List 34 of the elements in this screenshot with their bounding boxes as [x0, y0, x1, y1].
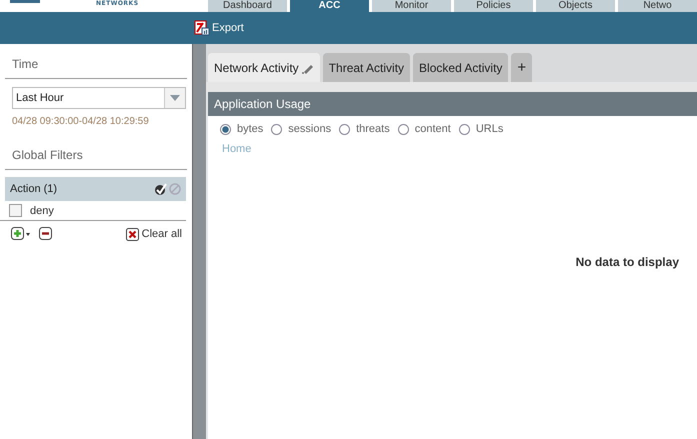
nav-tab[interactable]: ACC — [290, 0, 369, 12]
add-filter-icon[interactable] — [11, 227, 31, 241]
filter-label: deny — [30, 204, 54, 216]
nav-tab[interactable]: Policies — [454, 0, 533, 12]
section-heading: Time — [5, 44, 187, 79]
export-button[interactable]: Export — [194, 20, 244, 36]
nav-tab[interactable]: Dashboard — [208, 0, 287, 12]
tab[interactable]: Blocked Activity — [413, 53, 508, 82]
close-icon — [126, 228, 139, 240]
pdf-chart-icon — [194, 20, 210, 36]
add-tab-button[interactable]: + — [511, 53, 532, 82]
panel-title: Application Usage — [208, 92, 697, 116]
time-range: 04/28 09:30:00-04/28 10:29:59 — [11, 115, 150, 127]
metric-radio[interactable]: URLs — [458, 123, 504, 135]
filter-group-label: Action (1) — [10, 183, 58, 195]
filter-group-header[interactable]: Action (1) — [5, 177, 186, 201]
logo-bar-icon — [10, 0, 40, 3]
checkbox[interactable] — [9, 204, 22, 217]
empty-message: No data to display — [576, 255, 679, 269]
time-select[interactable]: Last Hour — [12, 87, 186, 109]
clear-all-button[interactable]: Clear all — [126, 228, 182, 240]
check-all-icon[interactable] — [154, 182, 167, 196]
metric-radio[interactable]: content — [398, 123, 451, 135]
nav-tab[interactable]: Monitor — [372, 0, 451, 12]
metric-radio[interactable]: bytes — [220, 123, 264, 135]
dropdown-arrow-icon — [170, 95, 180, 101]
remove-filter-icon[interactable] — [39, 227, 53, 241]
tab[interactable]: Network Activity — [208, 53, 320, 82]
metric-radio[interactable]: threats — [339, 123, 390, 135]
tab[interactable]: Threat Activity — [322, 53, 410, 82]
section-heading: Global Filters — [5, 135, 187, 170]
metric-radio[interactable]: sessions — [271, 123, 332, 135]
nav-tab[interactable]: Netwo — [618, 0, 697, 12]
nav-tab[interactable]: Objects — [536, 0, 615, 12]
